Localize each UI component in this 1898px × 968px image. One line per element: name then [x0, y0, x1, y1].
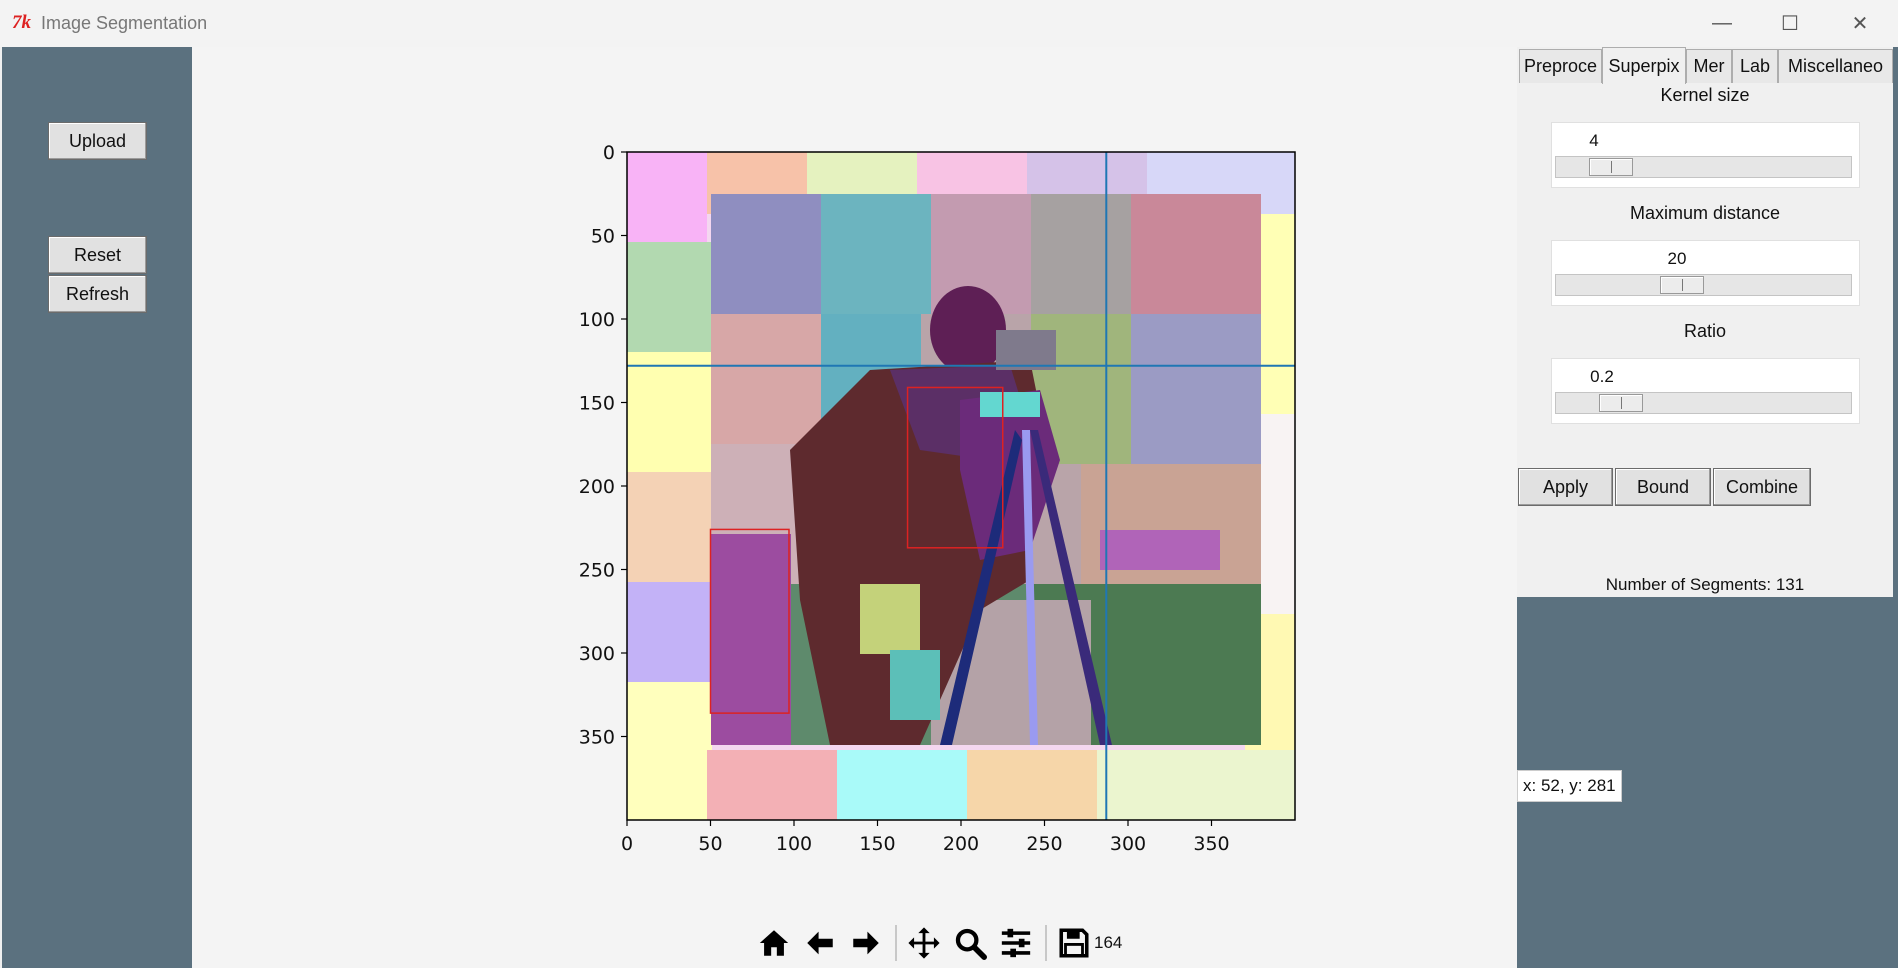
y-tick-label: 150	[579, 393, 615, 415]
home-icon	[759, 930, 789, 956]
minimize-icon: —	[1712, 11, 1732, 34]
coordinate-readout: x: 52, y: 281	[1517, 770, 1622, 802]
back-arrow-icon	[807, 931, 833, 955]
apply-button[interactable]: Apply	[1518, 468, 1613, 506]
maximize-icon: ☐	[1781, 12, 1799, 35]
x-tick-label: 200	[943, 833, 979, 855]
kernel-size-trough[interactable]	[1555, 156, 1852, 178]
back-button[interactable]	[798, 921, 842, 965]
toolbar-separator	[1045, 925, 1047, 961]
x-tick-label: 0	[621, 833, 633, 855]
tab-label[interactable]: Lab	[1732, 49, 1778, 83]
close-button[interactable]: ✕	[1835, 8, 1885, 38]
maximum-distance-label: Maximum distance	[1629, 203, 1781, 223]
ratio-trough[interactable]	[1555, 392, 1852, 414]
upload-button[interactable]: Upload	[48, 122, 147, 160]
y-tick-label: 250	[579, 560, 615, 582]
x-tick-label: 250	[1026, 833, 1062, 855]
ratio-value: 0.2	[1590, 367, 1614, 386]
maximum-distance-thumb[interactable]	[1660, 276, 1704, 294]
kernel-size-label: Kernel size	[1660, 85, 1750, 105]
tab-merge[interactable]: Mer	[1686, 49, 1732, 83]
refresh-button[interactable]: Refresh	[48, 275, 147, 313]
superpixel-panel: Preproce Superpix Mer Lab Miscellaneo Ke…	[1517, 47, 1893, 597]
kernel-size-value: 4	[1589, 131, 1599, 150]
y-tick-label: 200	[579, 476, 615, 498]
left-panel: Upload Reset Refresh	[2, 47, 192, 968]
plot-toolbar: 164	[752, 920, 1122, 966]
window-title: Image Segmentation	[41, 13, 208, 33]
title-bar: 7k Image Segmentation — ☐ ✕	[0, 0, 1898, 47]
ratio-slider[interactable]: 0.2	[1551, 358, 1860, 424]
zoom-icon	[955, 928, 987, 960]
x-axis: 0 50 100 150 200 250 300 350	[621, 820, 1230, 855]
maximum-distance-slider[interactable]: 20	[1551, 240, 1860, 306]
x-tick-label: 150	[859, 833, 895, 855]
toolbar-number: 164	[1094, 933, 1123, 952]
y-tick-label: 350	[579, 727, 615, 749]
save-button[interactable]	[1052, 921, 1096, 965]
x-tick-label: 100	[776, 833, 812, 855]
image-plot[interactable]: 0 50 100 150 200 250 300 350 0 50 100 150 200 250 300…	[560, 130, 1320, 870]
pan-icon	[908, 927, 940, 959]
kernel-size-thumb[interactable]	[1589, 158, 1633, 176]
kernel-size-slider[interactable]: 4	[1551, 122, 1860, 188]
bound-button[interactable]: Bound	[1615, 468, 1711, 506]
minimize-button[interactable]: —	[1697, 8, 1747, 38]
y-tick-label: 0	[603, 142, 615, 164]
ratio-label: Ratio	[1683, 321, 1727, 341]
x-tick-label: 50	[698, 833, 722, 855]
zoom-button[interactable]	[948, 921, 992, 965]
y-tick-label: 100	[579, 309, 615, 331]
y-axis: 0 50 100 150 200 250 300 350	[579, 142, 627, 749]
reset-button[interactable]: Reset	[48, 236, 147, 274]
configure-icon	[1001, 928, 1031, 958]
toolbar-separator	[895, 925, 897, 961]
y-tick-label: 300	[579, 643, 615, 665]
home-button[interactable]	[752, 921, 796, 965]
save-icon	[1059, 928, 1089, 958]
maximum-distance-value: 20	[1667, 249, 1687, 268]
tab-superpixel[interactable]: Superpix	[1602, 47, 1686, 84]
ratio-thumb[interactable]	[1599, 394, 1643, 412]
maximum-distance-trough[interactable]	[1555, 274, 1852, 296]
segmented-image	[627, 152, 1295, 820]
segment-count: Number of Segments: 131	[1605, 575, 1805, 594]
pan-button[interactable]	[902, 921, 946, 965]
forward-button[interactable]	[844, 921, 888, 965]
maximize-button[interactable]: ☐	[1765, 8, 1815, 38]
x-tick-label: 350	[1193, 833, 1229, 855]
y-tick-label: 50	[591, 226, 615, 248]
configure-button[interactable]	[994, 921, 1038, 965]
tab-miscellaneous[interactable]: Miscellaneo	[1778, 49, 1893, 83]
x-tick-label: 300	[1110, 833, 1146, 855]
tk-logo-icon: 7k	[12, 12, 31, 33]
forward-arrow-icon	[853, 931, 879, 955]
close-icon: ✕	[1851, 12, 1869, 35]
tab-preprocess[interactable]: Preproce	[1519, 49, 1602, 83]
combine-button[interactable]: Combine	[1713, 468, 1811, 506]
